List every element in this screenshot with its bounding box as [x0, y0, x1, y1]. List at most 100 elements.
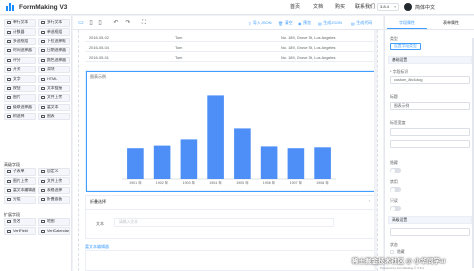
title-input[interactable]: 图表示例 — [390, 102, 470, 110]
fullscreen-icon[interactable]: ⛶ — [141, 20, 147, 26]
readonly-switch[interactable] — [390, 206, 401, 211]
component-item[interactable]: 文件上传 — [38, 177, 70, 185]
preview-button[interactable]: ◉ 预览 — [298, 20, 311, 26]
component-item[interactable]: 自定义 — [38, 168, 70, 176]
tab-field-properties[interactable]: 字段属性 — [399, 20, 415, 26]
table-row[interactable]: 2016-05-04 Tom No. 189, Grove St, Los An… — [85, 42, 375, 52]
chart-widget[interactable]: 图表示例 1901 年 1902 年 1903 年 1904 年 1905 年 1906 … — [85, 70, 376, 192]
component-icon — [7, 229, 11, 233]
code-icon: ▤ — [351, 20, 355, 26]
component-item[interactable]: 文件上传 — [38, 94, 70, 102]
form-canvas[interactable]: 2016-05-02 Tom No. 189, Grove St, Los An… — [73, 30, 383, 271]
component-icon — [7, 68, 11, 72]
table-row[interactable]: 2016-05-02 Tom No. 189, Grove St, Los An… — [85, 32, 375, 42]
component-item[interactable]: 树选择 — [4, 112, 36, 121]
disabled-switch[interactable] — [390, 187, 401, 192]
component-label: 时间选择器 — [13, 48, 32, 53]
set-field-type-button[interactable]: 设置字段类型 — [390, 43, 421, 50]
tablet-icon[interactable]: ▯ — [88, 20, 94, 26]
component-item[interactable]: VeriField — [4, 227, 36, 235]
component-item[interactable]: 文本链接 — [38, 84, 70, 93]
component-icon — [7, 179, 11, 183]
nav-docs[interactable]: 文档 — [313, 3, 323, 10]
hide-switch[interactable] — [390, 168, 401, 173]
nav-contact[interactable]: 联系我们 — [355, 3, 375, 10]
component-icon — [41, 229, 45, 233]
view-icon: ◉ — [298, 20, 302, 26]
component-label: 日期选择器 — [47, 48, 66, 53]
tab-form-properties[interactable]: 表单属性 — [443, 20, 459, 26]
component-item[interactable]: 开关 — [4, 65, 36, 74]
component-icon — [7, 30, 11, 34]
nav-buy[interactable]: 购买 — [335, 3, 345, 10]
phone-icon[interactable]: ▯ — [97, 20, 103, 26]
component-icon — [7, 115, 11, 119]
component-item[interactable]: 图片上传 — [4, 177, 36, 185]
component-item[interactable]: 颜色选择器 — [38, 56, 70, 65]
component-icon — [41, 21, 45, 25]
component-item[interactable]: 分组 — [4, 196, 36, 204]
component-item[interactable]: 单行文本 — [4, 19, 36, 27]
language-select[interactable]: 简体中文 — [415, 4, 435, 11]
component-item[interactable]: 计数器 — [4, 28, 36, 36]
component-item[interactable]: 富文本编辑器 — [4, 186, 36, 195]
hidden-checkbox[interactable] — [390, 250, 394, 254]
component-item[interactable]: 表格选择 — [38, 186, 70, 195]
advanced-settings-section[interactable]: 高级设置 — [388, 216, 472, 224]
undo-icon[interactable]: ↶ — [113, 20, 119, 26]
component-icon — [41, 198, 45, 202]
component-item[interactable]: 时间选择器 — [4, 47, 36, 55]
component-icon — [7, 189, 11, 193]
component-item[interactable]: 级联选择器 — [4, 103, 36, 112]
component-item[interactable]: 日期选择器 — [38, 47, 70, 55]
chevron-right-icon[interactable]: › — [369, 198, 370, 203]
component-label: 按钮 — [13, 85, 21, 90]
generate-code-button[interactable]: ▤ 生成代码 — [351, 20, 372, 26]
text-input[interactable]: 请输入文本 — [114, 218, 334, 227]
component-item[interactable]: 单选框组 — [38, 28, 70, 36]
component-item[interactable]: 富文本 — [38, 103, 70, 112]
rich-editor[interactable] — [85, 250, 375, 271]
component-item[interactable]: VeriCalendar — [38, 227, 70, 235]
component-label: 计数器 — [13, 29, 25, 34]
type-label: 类型 — [390, 36, 398, 41]
basic-component-grid: 单行文本 多行文本计数器 单选框组 多选框组 下拉选择框时间选择器 日期选择器评分 颜色选择… — [4, 19, 70, 121]
generate-json-button[interactable]: ▤ 生成JSON — [318, 20, 342, 26]
pc-icon[interactable]: ▭ — [78, 20, 84, 26]
clear-button[interactable]: 🗑 清空 — [278, 20, 293, 26]
component-label: 滑块 — [47, 67, 55, 72]
component-item[interactable]: 图表 — [38, 112, 70, 121]
github-icon[interactable] — [404, 3, 412, 11]
collapse-widget[interactable]: 折叠选择 › 文本 请输入文本 — [85, 195, 375, 239]
component-item[interactable]: 签名 — [4, 218, 36, 226]
component-label: VeriCalendar — [47, 229, 69, 234]
table-row[interactable]: 2016-05-01 Tom No. 189, Grove St, Los An… — [85, 52, 375, 62]
table-cell-name: Tom — [175, 55, 183, 60]
component-item[interactable]: 按钮 — [4, 84, 36, 93]
component-item[interactable]: HTML — [38, 75, 70, 83]
component-item[interactable]: 评分 — [4, 56, 36, 65]
component-item[interactable]: 多选框组 — [4, 37, 36, 46]
component-label: 文件上传 — [47, 95, 63, 100]
component-item[interactable]: 滑块 — [38, 65, 70, 74]
width-input[interactable] — [390, 128, 470, 136]
component-item[interactable]: 折叠面板 — [38, 196, 70, 204]
logo[interactable]: FormMaking V3 — [6, 3, 67, 11]
component-label: 签名 — [13, 219, 21, 224]
component-item[interactable]: 地图 — [38, 218, 70, 226]
advanced-input[interactable] — [390, 228, 470, 236]
height-input[interactable] — [390, 140, 470, 148]
import-json-button[interactable]: ⇪ 导入JSON — [248, 20, 272, 26]
component-item[interactable]: 多行文本 — [38, 19, 70, 27]
redo-icon[interactable]: ↷ — [125, 20, 131, 26]
component-item[interactable]: 图片 — [4, 94, 36, 102]
component-item[interactable]: 下拉选择框 — [38, 37, 70, 46]
component-item[interactable]: 子表单 — [4, 168, 36, 176]
component-label: 图表 — [47, 114, 55, 119]
nav-home[interactable]: 首页 — [290, 3, 300, 10]
canvas-scrollbar[interactable] — [374, 30, 377, 271]
version-select[interactable]: 3.8.4 ▾ — [377, 3, 399, 11]
basic-settings-section[interactable]: 基础设置 — [388, 56, 472, 64]
component-item[interactable]: 文字 — [4, 75, 36, 83]
field-id-input[interactable]: custom_8iv4oiog — [390, 76, 470, 84]
